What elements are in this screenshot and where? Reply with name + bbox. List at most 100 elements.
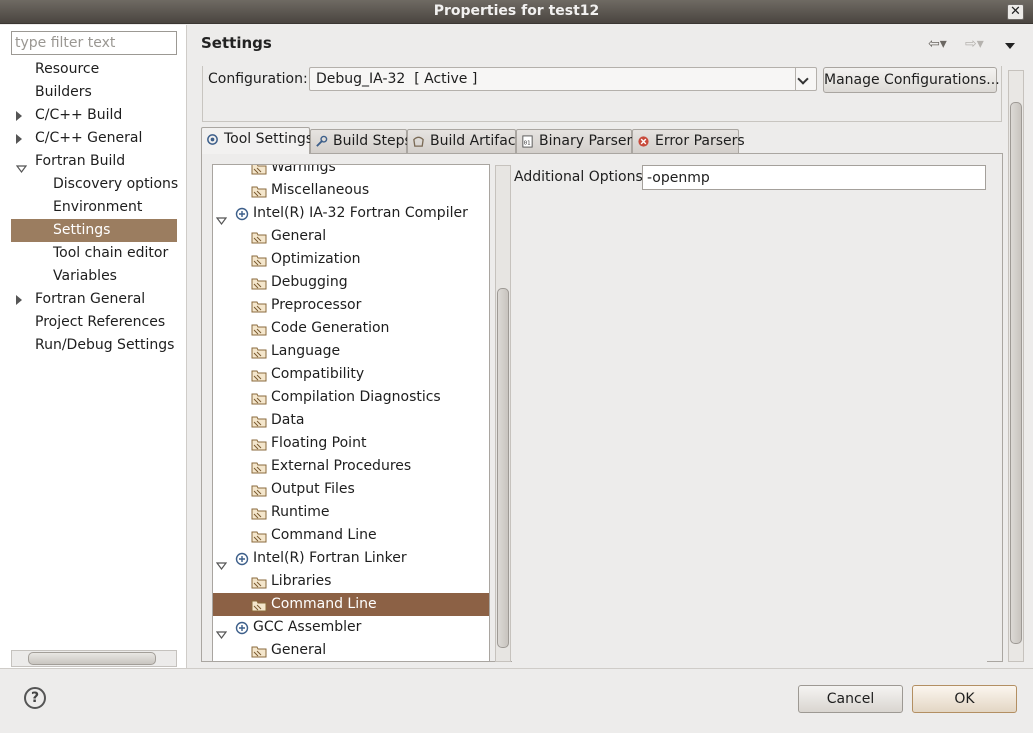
nav-item[interactable]: Tool chain editor	[11, 242, 177, 265]
page-title: Settings	[201, 34, 272, 52]
tree-tool-item[interactable]: Intel(R) Fortran Linker	[213, 547, 489, 570]
nav-item[interactable]: Builders	[11, 81, 177, 104]
option-category-icon	[251, 436, 267, 451]
tree-item-label: Code Generation	[271, 320, 390, 336]
tree-option-item[interactable]: Compilation Diagnostics	[213, 386, 489, 409]
expand-arrow-icon[interactable]	[16, 111, 22, 121]
tab-tool-settings[interactable]: Tool Settings	[201, 127, 313, 154]
tool-gear-icon	[235, 620, 249, 635]
view-menu-icon[interactable]	[1005, 43, 1015, 49]
back-arrow-icon[interactable]: ⇦▾	[928, 36, 947, 52]
tree-option-item[interactable]: Miscellaneous	[213, 179, 489, 202]
nav-item-label: Discovery options	[53, 176, 179, 192]
collapse-arrow-icon[interactable]	[215, 210, 228, 225]
nav-item-label: Fortran General	[35, 291, 146, 307]
tree-item-label: Warnings	[271, 164, 336, 175]
collapse-arrow-icon[interactable]	[215, 555, 228, 570]
tree-item-label: Output Files	[271, 481, 355, 497]
tool-settings-tree[interactable]: Warnings Miscellaneous Intel(R) IA-32 Fort…	[212, 164, 490, 662]
svg-text:01: 01	[524, 140, 531, 146]
option-panel	[512, 165, 987, 662]
collapse-arrow-icon[interactable]	[215, 624, 228, 639]
scrollbar-thumb[interactable]	[1010, 102, 1022, 644]
additional-options-field[interactable]	[642, 165, 986, 190]
tree-tool-item[interactable]: GCC Assembler	[213, 616, 489, 639]
option-category-icon	[251, 252, 267, 267]
tree-item-label: Floating Point	[271, 435, 367, 451]
nav-item[interactable]: Fortran Build	[11, 150, 177, 173]
tab-build-steps[interactable]: Build Steps	[310, 129, 412, 153]
tool-gear-icon	[235, 551, 249, 566]
tree-item-label: General	[271, 642, 327, 658]
nav-item-label: Project References	[35, 314, 166, 330]
tree-item-label: Data	[271, 412, 305, 428]
tab-binary-parsers[interactable]: 01 Binary Parsers	[516, 129, 640, 153]
option-category-icon	[251, 298, 267, 313]
gear-icon	[207, 134, 218, 145]
tree-option-item[interactable]: Preprocessor	[213, 294, 489, 317]
tree-option-item[interactable]: Command Line	[213, 593, 489, 616]
manage-configurations-button[interactable]: Manage Configurations...	[823, 67, 1000, 93]
filter-input[interactable]	[11, 31, 177, 55]
nav-item[interactable]: Project References	[11, 311, 177, 334]
forward-arrow-icon[interactable]: ⇨▾	[965, 36, 984, 52]
tree-option-item[interactable]: Compatibility	[213, 363, 489, 386]
tree-option-item[interactable]: Floating Point	[213, 432, 489, 455]
nav-item[interactable]: Run/Debug Settings	[11, 334, 177, 357]
binary-icon: 01	[522, 135, 533, 148]
nav-item[interactable]: C/C++ General	[11, 127, 177, 150]
collapse-arrow-icon[interactable]	[15, 158, 28, 173]
configuration-select[interactable]: Debug_IA-32 [ Active ]	[309, 67, 817, 91]
nav-item[interactable]: Settings	[11, 219, 177, 242]
tree-item-label: Runtime	[271, 504, 330, 520]
scrollbar-thumb[interactable]	[497, 288, 509, 648]
option-category-icon	[251, 413, 267, 428]
tree-item-label: Command Line	[271, 527, 377, 543]
nav-item-label: Resource	[35, 61, 100, 77]
option-category-icon	[251, 482, 267, 497]
cancel-button[interactable]: Cancel	[798, 685, 903, 713]
tree-option-item[interactable]: Code Generation	[213, 317, 489, 340]
help-icon[interactable]: ?	[24, 687, 46, 709]
option-category-icon	[251, 321, 267, 336]
option-category-icon	[251, 165, 267, 175]
nav-item[interactable]: Resource	[11, 58, 177, 81]
tree-option-item[interactable]: External Procedures	[213, 455, 489, 478]
tree-option-item[interactable]: Language	[213, 340, 489, 363]
tree-option-item[interactable]: Output Files	[213, 478, 489, 501]
scrollbar-thumb[interactable]	[28, 652, 156, 665]
tab-error-parsers[interactable]: Error Parsers	[632, 129, 745, 153]
window-title: Properties for test12	[433, 3, 600, 19]
tab-label: Build Artifact	[430, 133, 521, 149]
tree-option-item[interactable]: Data	[213, 409, 489, 432]
tab-label: Error Parsers	[655, 133, 745, 149]
nav-item[interactable]: C/C++ Build	[11, 104, 177, 127]
tree-option-item[interactable]: Optimization	[213, 248, 489, 271]
tree-item-label: Libraries	[271, 573, 332, 589]
tree-option-item[interactable]: General	[213, 225, 489, 248]
nav-item[interactable]: Environment	[11, 196, 177, 219]
ok-button[interactable]: OK	[912, 685, 1017, 713]
tree-item-label: Debugging	[271, 274, 348, 290]
tab-build-artifact[interactable]: Build Artifact	[407, 129, 521, 153]
tree-option-item[interactable]: Debugging	[213, 271, 489, 294]
tree-option-item[interactable]: Runtime	[213, 501, 489, 524]
tree-option-item[interactable]: Libraries	[213, 570, 489, 593]
wrench-icon	[316, 135, 328, 147]
tree-item-label: External Procedures	[271, 458, 412, 474]
nav-item-label: Builders	[35, 84, 92, 100]
tree-tool-item[interactable]: Intel(R) IA-32 Fortran Compiler	[213, 202, 489, 225]
expand-arrow-icon[interactable]	[16, 134, 22, 144]
tree-option-item[interactable]: Warnings	[213, 164, 489, 179]
expand-arrow-icon[interactable]	[16, 295, 22, 305]
nav-item-label: Fortran Build	[35, 153, 126, 169]
nav-item[interactable]: Fortran General	[11, 288, 177, 311]
nav-item[interactable]: Variables	[11, 265, 177, 288]
close-button[interactable]: ✕	[1007, 4, 1024, 20]
nav-item[interactable]: Discovery options	[11, 173, 179, 196]
tree-option-item[interactable]: General	[213, 639, 489, 661]
tab-label: Build Steps	[333, 133, 412, 149]
tree-item-label: Language	[271, 343, 341, 359]
tree-option-item[interactable]: Command Line	[213, 524, 489, 547]
nav-item-label: Settings	[53, 222, 111, 238]
